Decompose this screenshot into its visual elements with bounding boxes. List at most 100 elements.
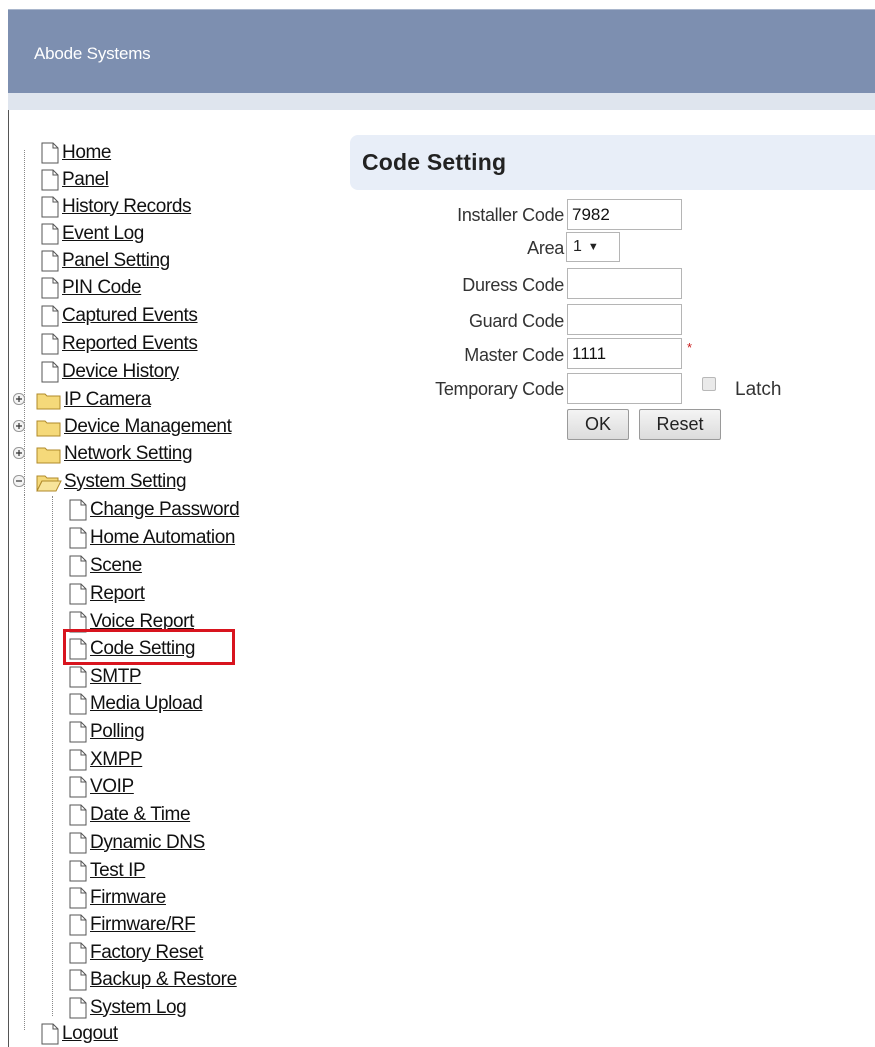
app-header: Abode Systems — [8, 9, 875, 94]
document-icon — [40, 305, 60, 327]
document-icon — [40, 361, 60, 383]
nav-folder-ip-camera[interactable]: IP Camera — [36, 386, 151, 413]
nav-item-test-ip[interactable]: Test IP — [68, 857, 146, 884]
area-select-value: 1 — [573, 238, 582, 255]
nav-link[interactable]: Date & Time — [90, 804, 191, 826]
latch-checkbox[interactable] — [702, 377, 716, 391]
nav-item-polling[interactable]: Polling — [68, 718, 145, 745]
ok-button[interactable]: OK — [567, 409, 629, 440]
temporary-code-input[interactable] — [567, 373, 682, 404]
nav-link[interactable]: Captured Events — [62, 305, 198, 327]
guard-code-label: Guard Code — [468, 311, 564, 331]
nav-link[interactable]: Media Upload — [90, 693, 203, 715]
plus-expander-icon[interactable] — [13, 420, 25, 432]
nav-item-factory-reset[interactable]: Factory Reset — [68, 939, 203, 966]
highlight-annotation-box — [63, 629, 235, 665]
nav-item-backup-restore[interactable]: Backup & Restore — [68, 966, 237, 993]
document-icon — [68, 887, 88, 909]
master-code-input[interactable] — [567, 338, 682, 369]
nav-link[interactable]: Panel — [62, 169, 109, 191]
nav-item-firmware-rf[interactable]: Firmware/RF — [68, 911, 196, 938]
document-icon — [68, 832, 88, 854]
document-icon — [68, 721, 88, 743]
nav-link[interactable]: SMTP — [90, 666, 142, 688]
nav-folder-device-management[interactable]: Device Management — [36, 413, 232, 440]
document-icon — [68, 776, 88, 798]
nav-item-media-upload[interactable]: Media Upload — [68, 690, 203, 717]
nav-link[interactable]: Device History — [62, 361, 179, 383]
nav-link[interactable]: Report — [90, 583, 145, 605]
nav-link[interactable]: VOIP — [90, 776, 134, 798]
nav-link[interactable]: Scene — [90, 555, 142, 577]
dropdown-arrow-icon: ▼ — [587, 241, 599, 253]
nav-item-home[interactable]: Home — [40, 139, 111, 166]
document-icon — [68, 693, 88, 715]
nav-link[interactable]: PIN Code — [62, 277, 142, 299]
plus-expander-icon[interactable] — [13, 447, 25, 459]
nav-link[interactable]: History Records — [62, 196, 192, 218]
nav-item-report[interactable]: Report — [68, 580, 145, 607]
plus-expander-icon[interactable] — [13, 393, 25, 405]
nav-item-event-log[interactable]: Event Log — [40, 220, 144, 247]
nav-link[interactable]: Logout — [62, 1023, 118, 1045]
nav-link[interactable]: Home Automation — [90, 527, 235, 549]
nav-item-smtp[interactable]: SMTP — [68, 663, 142, 690]
page-title: Code Setting — [362, 149, 507, 175]
nav-item-change-password[interactable]: Change Password — [68, 496, 240, 523]
nav-item-scene[interactable]: Scene — [68, 552, 142, 579]
nav-link[interactable]: Event Log — [62, 223, 144, 245]
nav-item-xmpp[interactable]: XMPP — [68, 746, 143, 773]
document-icon — [68, 666, 88, 688]
installer-code-label: Installer Code — [457, 205, 564, 225]
nav-link[interactable]: Factory Reset — [90, 942, 203, 964]
nav-folder-network-setting[interactable]: Network Setting — [36, 440, 193, 467]
nav-item-reported-events[interactable]: Reported Events — [40, 330, 198, 357]
nav-item-history-records[interactable]: History Records — [40, 193, 192, 220]
nav-item-logout[interactable]: Logout — [40, 1020, 118, 1047]
nav-link[interactable]: System Log — [90, 997, 187, 1019]
minus-expander-icon[interactable] — [13, 475, 25, 487]
guard-code-input[interactable] — [567, 304, 682, 335]
nav-link[interactable]: Backup & Restore — [90, 969, 237, 991]
nav-link[interactable]: Firmware/RF — [90, 914, 196, 936]
document-icon — [68, 749, 88, 771]
nav-folder-system-setting[interactable]: System Setting — [36, 468, 187, 495]
document-icon — [68, 914, 88, 936]
nav-link[interactable]: Reported Events — [62, 333, 198, 355]
document-icon — [68, 499, 88, 521]
nav-link[interactable]: Test IP — [90, 860, 146, 882]
document-icon — [68, 997, 88, 1019]
nav-link[interactable]: Polling — [90, 721, 145, 743]
document-icon — [40, 196, 60, 218]
nav-item-captured-events[interactable]: Captured Events — [40, 302, 198, 329]
nav-link[interactable]: Home — [62, 142, 111, 164]
nav-link[interactable]: IP Camera — [64, 389, 151, 411]
nav-link[interactable]: XMPP — [90, 749, 143, 771]
nav-left-border — [8, 110, 9, 1047]
nav-item-panel[interactable]: Panel — [40, 166, 109, 193]
nav-link[interactable]: Device Management — [64, 416, 232, 438]
nav-link[interactable]: Change Password — [90, 499, 240, 521]
nav-link[interactable]: Panel Setting — [62, 250, 170, 272]
nav-item-device-history[interactable]: Device History — [40, 358, 179, 385]
nav-item-voip[interactable]: VOIP — [68, 773, 134, 800]
tree-line — [52, 496, 53, 1016]
nav-item-panel-setting[interactable]: Panel Setting — [40, 247, 170, 274]
reset-button[interactable]: Reset — [639, 409, 721, 440]
tree-line — [24, 150, 25, 495]
area-select[interactable]: 1 ▼ — [566, 232, 620, 262]
nav-item-date-time[interactable]: Date & Time — [68, 801, 191, 828]
nav-link[interactable]: Firmware — [90, 887, 166, 909]
nav-item-dynamic-dns[interactable]: Dynamic DNS — [68, 829, 205, 856]
nav-link[interactable]: Dynamic DNS — [90, 832, 205, 854]
nav-item-system-log[interactable]: System Log — [68, 994, 187, 1021]
duress-code-input[interactable] — [567, 268, 682, 299]
document-icon — [68, 804, 88, 826]
nav-item-pin-code[interactable]: PIN Code — [40, 274, 142, 301]
installer-code-input[interactable] — [567, 199, 682, 230]
nav-item-firmware[interactable]: Firmware — [68, 884, 166, 911]
document-icon — [40, 1023, 60, 1045]
nav-item-home-automation[interactable]: Home Automation — [68, 524, 235, 551]
nav-link[interactable]: System Setting — [64, 471, 187, 493]
nav-link[interactable]: Network Setting — [64, 443, 193, 465]
